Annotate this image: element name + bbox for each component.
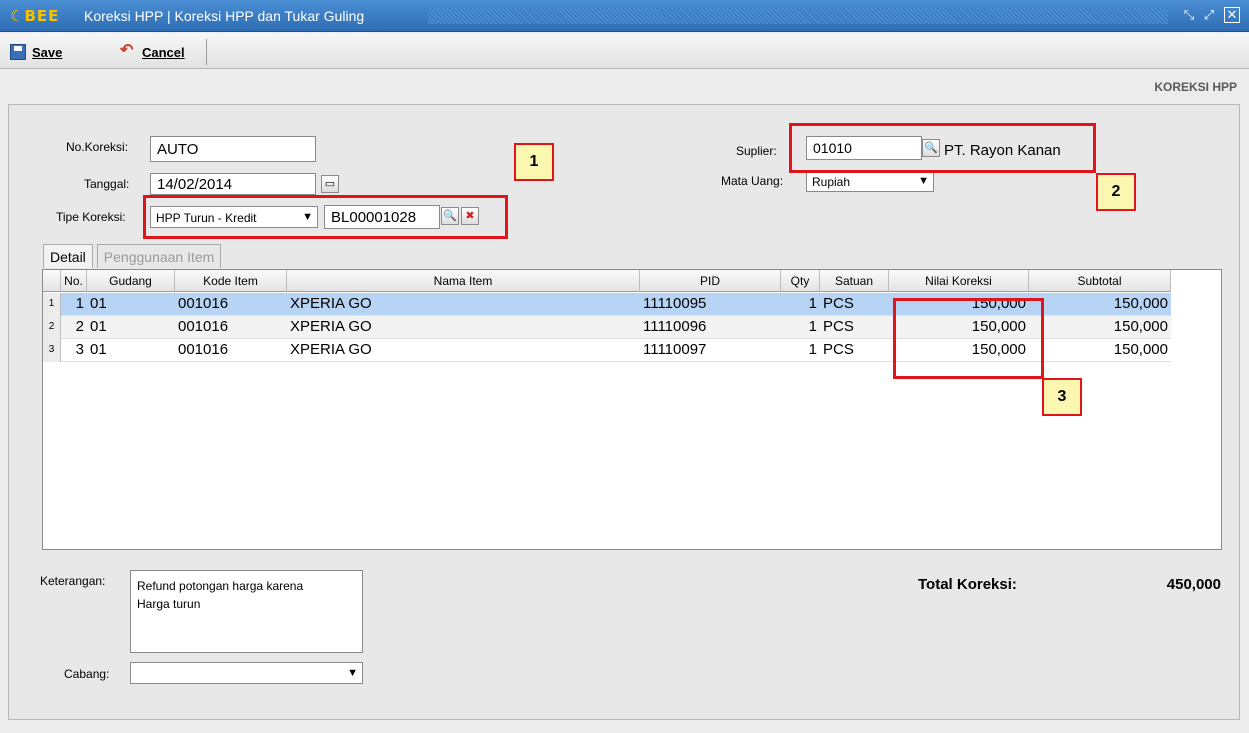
title-pattern bbox=[428, 8, 1168, 24]
cell-pid: 11110095 bbox=[643, 295, 707, 312]
column-header[interactable]: Gudang bbox=[87, 270, 175, 292]
save-label: Save bbox=[32, 44, 63, 60]
keterangan-label: Keterangan: bbox=[40, 574, 106, 588]
column-header[interactable]: PID bbox=[640, 270, 781, 292]
cell-gudang: 01 bbox=[90, 318, 107, 335]
title-bar: ☾BEE Koreksi HPP | Koreksi HPP dan Tukar… bbox=[0, 0, 1249, 32]
cell-subtotal: 150,000 bbox=[1113, 295, 1168, 312]
cell-nama-item: XPERIA GO bbox=[290, 341, 372, 358]
table-header: No. Gudang Kode Item Nama Item PID Qty S… bbox=[43, 270, 1171, 292]
cell-nama-item: XPERIA GO bbox=[290, 295, 372, 312]
tanggal-field[interactable]: 14/02/2014 bbox=[150, 173, 316, 195]
mata-uang-select[interactable]: Rupiah ▼ bbox=[806, 170, 934, 192]
cell-kode-item: 001016 bbox=[178, 295, 229, 312]
cancel-label: Cancel bbox=[142, 44, 185, 60]
column-header[interactable]: Nilai Koreksi bbox=[889, 270, 1029, 292]
toolbar: Save ↶ Cancel bbox=[0, 33, 1249, 69]
highlight-box-tipe-koreksi bbox=[143, 195, 508, 239]
tab-detail[interactable]: Detail bbox=[43, 244, 93, 268]
save-icon bbox=[10, 44, 26, 60]
no-koreksi-field[interactable]: AUTO bbox=[150, 136, 316, 162]
cancel-button[interactable]: ↶ Cancel bbox=[120, 41, 185, 63]
cell-satuan: PCS bbox=[823, 341, 854, 358]
row-number-header bbox=[43, 270, 61, 292]
app-logo: ☾BEE bbox=[10, 7, 60, 25]
total-koreksi-value: 450,000 bbox=[1166, 576, 1221, 593]
suplier-label: Suplier: bbox=[736, 144, 777, 158]
total-koreksi-label: Total Koreksi: bbox=[918, 576, 1017, 593]
tab-penggunaan-item[interactable]: Penggunaan Item bbox=[96, 244, 222, 268]
close-icon[interactable]: ✕ bbox=[1224, 7, 1240, 23]
no-koreksi-label: No.Koreksi: bbox=[66, 140, 129, 154]
cell-pid: 11110097 bbox=[643, 341, 707, 358]
cell-no: 2 bbox=[75, 318, 84, 335]
mata-uang-value: Rupiah bbox=[812, 175, 851, 189]
cell-qty: 1 bbox=[808, 318, 817, 335]
column-header[interactable]: Satuan bbox=[820, 270, 889, 292]
callout-badge: 1 bbox=[514, 143, 554, 181]
calendar-icon[interactable]: ▭ bbox=[321, 175, 339, 193]
keterangan-textarea[interactable]: Refund potongan harga karena Harga turun bbox=[130, 570, 363, 653]
column-header[interactable]: Nama Item bbox=[287, 270, 640, 292]
column-header[interactable]: Kode Item bbox=[175, 270, 287, 292]
highlight-box-suplier bbox=[789, 123, 1096, 173]
chevron-down-icon: ▼ bbox=[918, 175, 929, 187]
save-button[interactable]: Save bbox=[10, 41, 62, 63]
cell-kode-item: 001016 bbox=[178, 341, 229, 358]
tipe-koreksi-label: Tipe Koreksi: bbox=[56, 210, 126, 224]
window-title: Koreksi HPP | Koreksi HPP dan Tukar Guli… bbox=[84, 8, 365, 24]
highlight-box-nilai-koreksi bbox=[893, 298, 1044, 379]
chevron-down-icon: ▼ bbox=[347, 667, 358, 679]
page-label: KOREKSI HPP bbox=[1154, 80, 1237, 94]
tab-bar: Detail Penggunaan Item bbox=[43, 244, 222, 268]
column-header[interactable]: Qty bbox=[781, 270, 820, 292]
maximize-icon[interactable]: ⤢ bbox=[1200, 6, 1218, 24]
callout-badge: 2 bbox=[1096, 173, 1136, 211]
undo-icon: ↶ bbox=[120, 42, 134, 59]
column-header[interactable]: Subtotal bbox=[1029, 270, 1171, 292]
row-number: 3 bbox=[43, 339, 61, 362]
cell-qty: 1 bbox=[808, 295, 817, 312]
cell-subtotal: 150,000 bbox=[1113, 341, 1168, 358]
row-number: 2 bbox=[43, 316, 61, 339]
toolbar-divider bbox=[206, 39, 207, 65]
cell-no: 3 bbox=[75, 341, 84, 358]
mata-uang-label: Mata Uang: bbox=[721, 174, 784, 188]
cell-subtotal: 150,000 bbox=[1113, 318, 1168, 335]
cell-qty: 1 bbox=[808, 341, 817, 358]
row-number: 1 bbox=[43, 293, 61, 316]
tanggal-label: Tanggal: bbox=[84, 177, 130, 191]
column-header[interactable]: No. bbox=[61, 270, 87, 292]
cell-kode-item: 001016 bbox=[178, 318, 229, 335]
restore-icon[interactable]: ⤡ bbox=[1180, 6, 1198, 24]
cell-gudang: 01 bbox=[90, 295, 107, 312]
cell-gudang: 01 bbox=[90, 341, 107, 358]
cell-pid: 11110096 bbox=[643, 318, 707, 335]
callout-badge: 3 bbox=[1042, 378, 1082, 416]
cabang-select[interactable]: ▼ bbox=[130, 662, 363, 684]
cell-satuan: PCS bbox=[823, 318, 854, 335]
cabang-label: Cabang: bbox=[64, 667, 110, 681]
cell-no: 1 bbox=[75, 295, 84, 312]
cell-nama-item: XPERIA GO bbox=[290, 318, 372, 335]
cell-satuan: PCS bbox=[823, 295, 854, 312]
